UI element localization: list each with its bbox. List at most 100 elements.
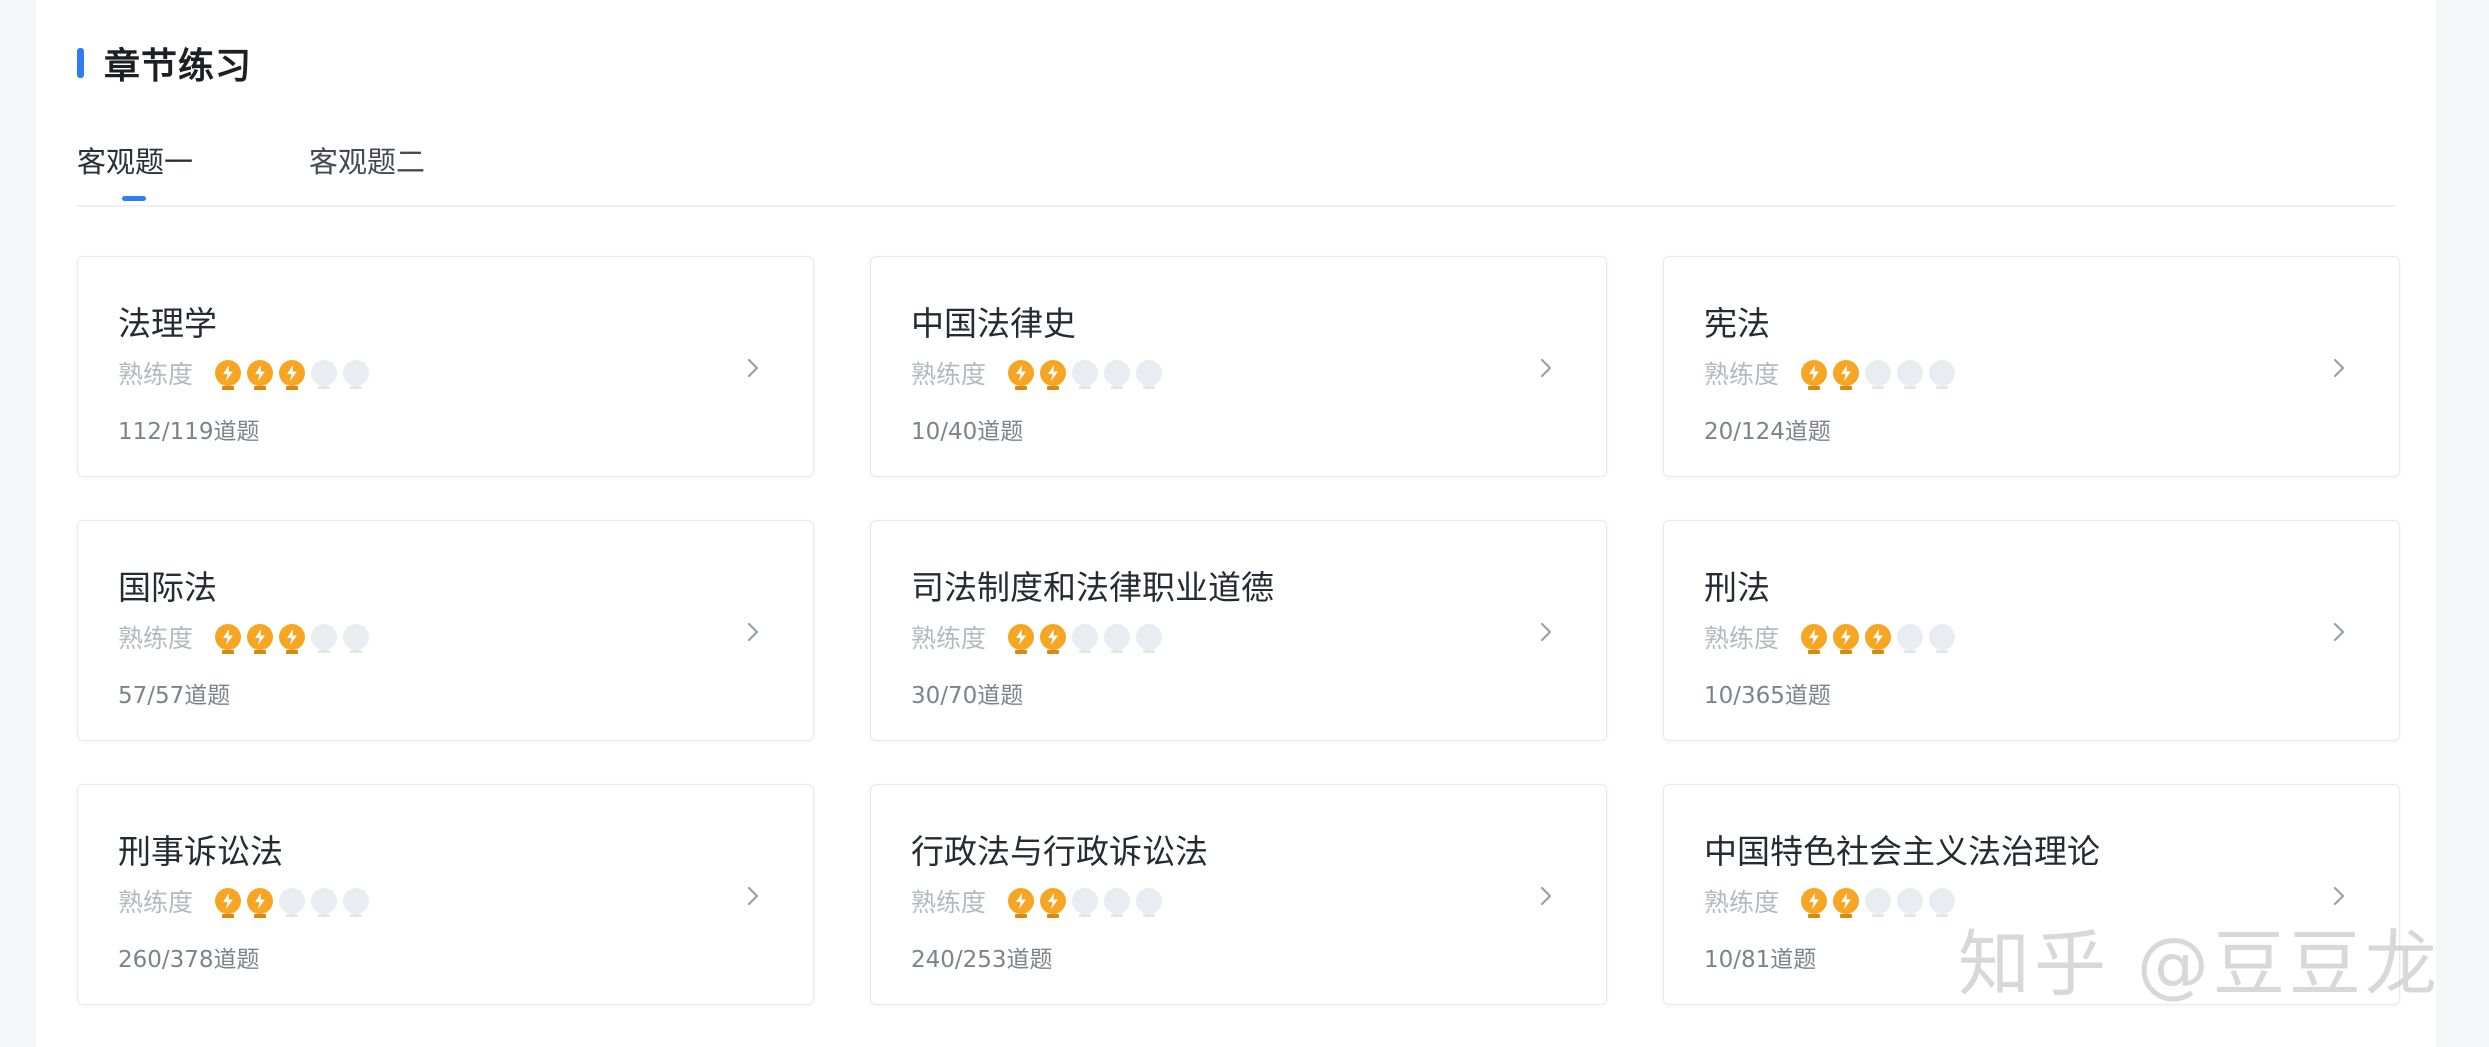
proficiency-row: 熟练度 <box>1704 883 1961 919</box>
lightbulb-lit-icon <box>1833 888 1860 918</box>
chevron-right-icon[interactable] <box>741 881 765 911</box>
lightbulb-unlit-icon <box>1072 624 1099 653</box>
lightbulb-unlit-icon <box>1104 624 1131 653</box>
lightbulb-unlit-icon <box>1072 360 1099 389</box>
lightbulb-lit-icon <box>215 360 242 390</box>
chevron-right-icon[interactable] <box>741 617 765 647</box>
proficiency-label: 熟练度 <box>911 624 987 653</box>
chapter-card[interactable]: 法理学熟练度 112/119道题 <box>77 256 814 477</box>
question-count: 57/57道题 <box>118 683 231 709</box>
chapter-practice-panel: 章节练习 客观题一 客观题二 法理学熟练度 112/119道题 中国法律史熟练度 10… <box>36 0 2436 1047</box>
lightbulb-unlit-icon <box>1929 888 1956 917</box>
title-accent-bar <box>77 48 84 78</box>
chevron-right-icon[interactable] <box>2327 353 2351 383</box>
section-header: 章节练习 <box>77 40 253 87</box>
lightbulb-lit-icon <box>1833 624 1860 654</box>
chapter-name: 国际法 <box>118 568 217 607</box>
lightbulb-lit-icon <box>1833 360 1860 390</box>
lightbulb-lit-icon <box>1008 360 1035 390</box>
chapter-card[interactable]: 国际法熟练度 57/57道题 <box>77 520 814 741</box>
chapter-name: 中国特色社会主义法治理论 <box>1704 832 2100 871</box>
lightbulb-lit-icon <box>1008 888 1035 918</box>
proficiency-row: 熟练度 <box>1704 619 1961 655</box>
proficiency-label: 熟练度 <box>1704 360 1780 389</box>
chapter-name: 宪法 <box>1704 304 1770 343</box>
proficiency-label: 熟练度 <box>118 360 194 389</box>
chevron-right-icon[interactable] <box>1534 881 1558 911</box>
question-count: 10/81道题 <box>1704 947 1817 973</box>
lightbulb-lit-icon <box>1801 888 1828 918</box>
lightbulb-unlit-icon <box>1136 360 1163 389</box>
proficiency-row: 熟练度 <box>911 619 1168 655</box>
lightbulb-unlit-icon <box>343 360 370 389</box>
lightbulb-lit-icon <box>247 888 274 918</box>
lightbulb-lit-icon <box>1801 624 1828 654</box>
tab-objective-2[interactable]: 客观题二 <box>309 140 425 184</box>
lightbulb-lit-icon <box>1865 624 1892 654</box>
proficiency-row: 熟练度 <box>1704 355 1961 391</box>
chapter-card[interactable]: 宪法熟练度 20/124道题 <box>1663 256 2400 477</box>
proficiency-row: 熟练度 <box>118 883 375 919</box>
lightbulb-lit-icon <box>215 624 242 654</box>
lightbulb-lit-icon <box>247 360 274 390</box>
lightbulb-unlit-icon <box>343 888 370 917</box>
lightbulb-unlit-icon <box>1136 888 1163 917</box>
proficiency-row: 熟练度 <box>911 355 1168 391</box>
chapter-card[interactable]: 中国法律史熟练度 10/40道题 <box>870 256 1607 477</box>
lightbulb-unlit-icon <box>1897 888 1924 917</box>
proficiency-label: 熟练度 <box>911 360 987 389</box>
lightbulb-lit-icon <box>1801 360 1828 390</box>
zhihu-watermark: 知乎 @豆豆龙 <box>1958 922 2441 1006</box>
question-count: 10/40道题 <box>911 419 1024 445</box>
section-title: 章节练习 <box>104 46 253 87</box>
lightbulb-unlit-icon <box>1072 888 1099 917</box>
chapter-name: 刑事诉讼法 <box>118 832 283 871</box>
proficiency-label: 熟练度 <box>1704 624 1780 653</box>
lightbulb-unlit-icon <box>343 624 370 653</box>
lightbulb-unlit-icon <box>311 888 338 917</box>
lightbulb-unlit-icon <box>1929 624 1956 653</box>
lightbulb-unlit-icon <box>1929 360 1956 389</box>
chevron-right-icon[interactable] <box>741 353 765 383</box>
chevron-right-icon[interactable] <box>1534 617 1558 647</box>
proficiency-label: 熟练度 <box>911 888 987 917</box>
chapter-name: 中国法律史 <box>911 304 1076 343</box>
proficiency-label: 熟练度 <box>118 888 194 917</box>
question-count: 30/70道题 <box>911 683 1024 709</box>
chevron-right-icon[interactable] <box>2327 617 2351 647</box>
question-count: 20/124道题 <box>1704 419 1831 445</box>
chapter-card[interactable]: 司法制度和法律职业道德 熟练度 30/70道题 <box>870 520 1607 741</box>
question-count: 10/365道题 <box>1704 683 1831 709</box>
tab-objective-1[interactable]: 客观题一 <box>77 140 193 184</box>
lightbulb-lit-icon <box>1040 360 1067 390</box>
lightbulb-lit-icon <box>279 360 306 390</box>
tab-bar: 客观题一 客观题二 <box>77 140 2395 207</box>
proficiency-row: 熟练度 <box>118 355 375 391</box>
lightbulb-unlit-icon <box>311 360 338 389</box>
question-count: 260/378道题 <box>118 947 260 973</box>
lightbulb-unlit-icon <box>311 624 338 653</box>
chapter-card[interactable]: 行政法与行政诉讼法熟练度 240/253道题 <box>870 784 1607 1005</box>
lightbulb-unlit-icon <box>1104 888 1131 917</box>
lightbulb-lit-icon <box>279 624 306 654</box>
chapter-name: 行政法与行政诉讼法 <box>911 832 1208 871</box>
proficiency-row: 熟练度 <box>911 883 1168 919</box>
question-count: 240/253道题 <box>911 947 1053 973</box>
chapter-name: 法理学 <box>118 304 217 343</box>
lightbulb-unlit-icon <box>1865 888 1892 917</box>
proficiency-row: 熟练度 <box>118 619 375 655</box>
lightbulb-lit-icon <box>1040 888 1067 918</box>
proficiency-label: 熟练度 <box>1704 888 1780 917</box>
lightbulb-unlit-icon <box>1897 624 1924 653</box>
lightbulb-lit-icon <box>1008 624 1035 654</box>
lightbulb-unlit-icon <box>1104 360 1131 389</box>
chapter-name: 刑法 <box>1704 568 1770 607</box>
chapter-card[interactable]: 刑事诉讼法熟练度 260/378道题 <box>77 784 814 1005</box>
chevron-right-icon[interactable] <box>1534 353 1558 383</box>
lightbulb-unlit-icon <box>279 888 306 917</box>
chapter-card[interactable]: 刑法熟练度 10/365道题 <box>1663 520 2400 741</box>
lightbulb-lit-icon <box>215 888 242 918</box>
lightbulb-unlit-icon <box>1897 360 1924 389</box>
active-tab-indicator <box>122 196 146 201</box>
question-count: 112/119道题 <box>118 419 260 445</box>
